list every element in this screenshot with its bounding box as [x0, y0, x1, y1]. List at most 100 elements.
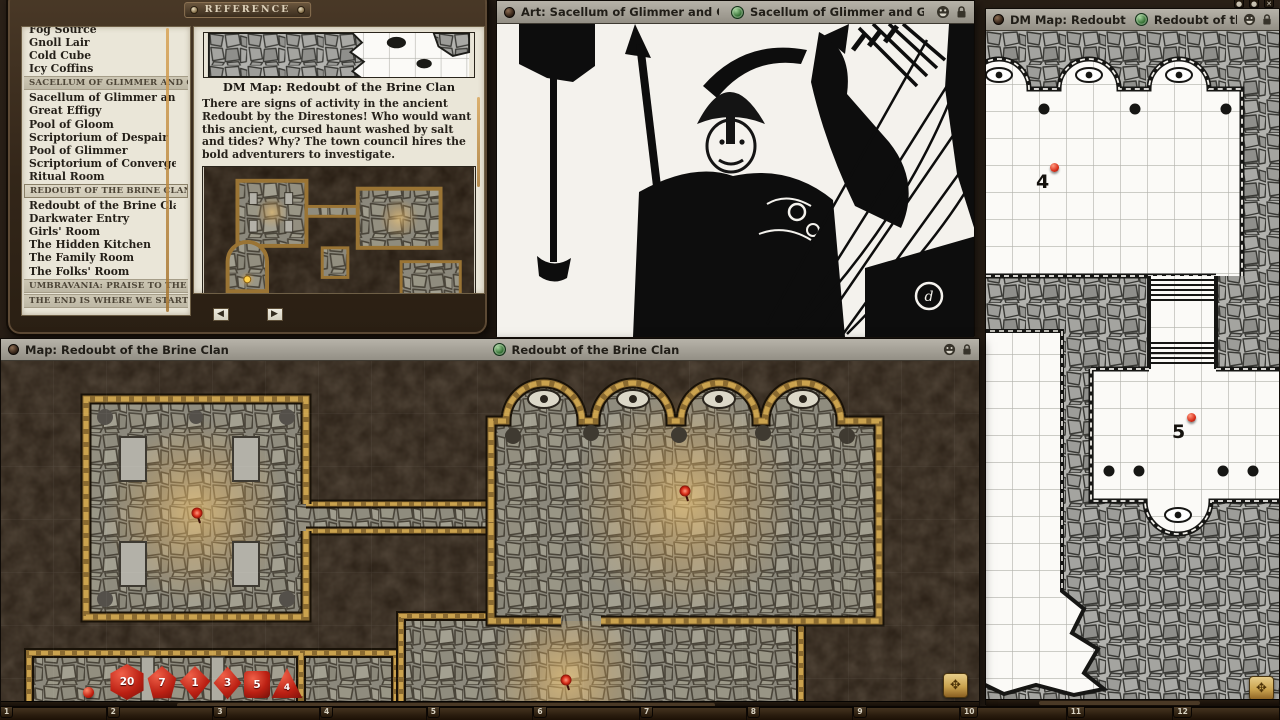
rivet-icon: [190, 6, 198, 14]
map-tools-icon[interactable]: ✥: [943, 673, 968, 698]
die-value: 5: [253, 679, 260, 691]
sidebar-item[interactable]: Redoubt of the Brine Clan: [29, 199, 176, 212]
die[interactable]: 1: [179, 666, 211, 700]
dice-tray: 20 7 1 3 5: [109, 664, 303, 700]
radial-menu-icon[interactable]: [993, 14, 1004, 25]
hotkey-slot-number: 10: [960, 707, 978, 718]
art-link-label: Sacellum of Glimmer and Gloom: [750, 5, 924, 19]
shortcut-link-icon[interactable]: [731, 6, 744, 19]
map-canvas[interactable]: 20 7 1 3 5: [1, 361, 979, 701]
sidebar-item[interactable]: The Folks' Room: [29, 265, 176, 278]
dm-map-canvas[interactable]: 4 5 ✥: [986, 31, 1279, 699]
sidebar-item[interactable]: Cold Cube: [29, 49, 176, 62]
share-players-icon[interactable]: [1243, 13, 1256, 26]
background-window-controls: ● ● ✕: [1234, 0, 1274, 8]
hotkey-slot[interactable]: 7: [640, 708, 747, 720]
room-4-label: 4: [1036, 171, 1049, 193]
die[interactable]: 4: [271, 666, 303, 700]
die[interactable]: 5: [244, 671, 270, 698]
die-value: 4: [284, 683, 290, 693]
die[interactable]: 7: [146, 666, 178, 700]
radial-menu-icon[interactable]: [504, 7, 515, 18]
hotkey-slot[interactable]: 8: [747, 708, 854, 720]
sidebar-item[interactable]: Pool of Gloom: [29, 118, 176, 131]
sidebar-item[interactable]: Pool of Glimmer: [29, 144, 176, 157]
art-window-title: Art: Sacellum of Glimmer and Gloom: [521, 5, 719, 19]
dm-map-link-label: Redoubt of the Bri: [1154, 13, 1237, 27]
window-control-icon[interactable]: ●: [1249, 0, 1259, 8]
shortcut-link-icon[interactable]: [1135, 13, 1148, 26]
lock-icon[interactable]: [956, 6, 967, 19]
hotkey-slot-number: 1: [0, 707, 13, 718]
sidebar-scrollbar[interactable]: [166, 28, 169, 312]
sidebar-item[interactable]: Darkwater Entry: [29, 212, 176, 225]
hotkey-slot[interactable]: 3: [213, 708, 320, 720]
sidebar-item[interactable]: Scriptorium of Convergence: [29, 157, 176, 170]
player-map-window[interactable]: Map: Redoubt of the Brine Clan Redoubt o…: [0, 338, 980, 706]
sidebar-item[interactable]: Sacellum of Glimmer and Glo: [29, 91, 176, 104]
sidebar-item[interactable]: Gnoll Lair: [29, 36, 176, 49]
shortcut-link-icon[interactable]: [493, 343, 506, 356]
hotkey-slot-number: 8: [747, 707, 760, 718]
lock-icon[interactable]: [962, 344, 972, 356]
die-value: 3: [224, 677, 231, 689]
sidebar-item[interactable]: Great Effigy: [29, 104, 176, 117]
hotkey-slot[interactable]: 1: [0, 708, 107, 720]
sidebar-item[interactable]: UMBRAVANIA: PRAISE TO THE FR: [24, 279, 188, 293]
page-scrollbar[interactable]: [477, 97, 480, 187]
lock-icon[interactable]: [1262, 14, 1272, 26]
map-tools-icon[interactable]: ✥: [1249, 676, 1274, 699]
sidebar-item[interactable]: Girls' Room: [29, 225, 176, 238]
map-titlebar[interactable]: Map: Redoubt of the Brine Clan Redoubt o…: [1, 339, 979, 361]
hotkey-slot[interactable]: 5: [427, 708, 534, 720]
red-token[interactable]: [83, 687, 94, 698]
die[interactable]: 3: [212, 666, 243, 700]
prev-page-button[interactable]: ◀: [213, 308, 229, 321]
next-page-button[interactable]: ▶: [267, 308, 283, 321]
dm-map-titlebar[interactable]: DM Map: Redoubt of the B Redoubt of the …: [986, 9, 1279, 31]
page-map-thumbnail-bw[interactable]: [203, 32, 475, 78]
die-value: 20: [120, 676, 135, 688]
art-canvas[interactable]: d: [497, 24, 974, 337]
reference-window[interactable]: REFERENCE Fog Source Gnoll Lair Cold Cub…: [6, 0, 489, 336]
hotkey-slot-number: 5: [427, 707, 440, 718]
map-link-label: Redoubt of the Brine Clan: [512, 343, 680, 357]
hotkey-slot[interactable]: 4: [320, 708, 427, 720]
share-players-icon[interactable]: [936, 5, 950, 19]
reference-page: DM Map: Redoubt of the Brine Clan There …: [193, 26, 485, 294]
radial-menu-icon[interactable]: [8, 344, 19, 355]
map-pin[interactable]: [1187, 413, 1196, 422]
sidebar-item[interactable]: Fog Source: [29, 26, 176, 36]
die[interactable]: 20: [109, 664, 145, 700]
sidebar-item[interactable]: The Family Room: [29, 251, 176, 264]
dm-map-window[interactable]: DM Map: Redoubt of the B Redoubt of the …: [985, 8, 1280, 705]
sidebar-item[interactable]: REDOUBT OF THE BRINE CLAN: [24, 184, 188, 198]
page-map-caption: DM Map: Redoubt of the Brine Clan: [194, 80, 484, 94]
hotkey-slot[interactable]: 10: [960, 708, 1067, 720]
reference-title-plate[interactable]: REFERENCE: [184, 2, 312, 18]
window-control-icon[interactable]: ●: [1234, 0, 1244, 8]
hotkey-slot-number: 12: [1173, 707, 1191, 718]
hotkey-slot[interactable]: 2: [107, 708, 214, 720]
hotkey-slot[interactable]: 11: [1067, 708, 1174, 720]
hotkey-slot[interactable]: 12: [1173, 708, 1280, 720]
hotkey-slot-number: 3: [213, 707, 226, 718]
hotkey-slot[interactable]: 6: [533, 708, 640, 720]
sidebar-item[interactable]: SACELLUM OF GLIMMER AND GL: [24, 76, 188, 90]
sidebar-item[interactable]: The Hidden Kitchen: [29, 238, 176, 251]
hotkey-slot-number: 7: [640, 707, 653, 718]
window-close-icon[interactable]: ✕: [1264, 0, 1274, 8]
page-map-thumbnail-color[interactable]: [202, 166, 476, 294]
reference-title: REFERENCE: [205, 4, 291, 15]
map-pin[interactable]: [1050, 163, 1059, 172]
hotkey-slot[interactable]: 9: [853, 708, 960, 720]
sidebar-item[interactable]: THE END IS WHERE WE START FR: [24, 294, 188, 308]
art-window[interactable]: Art: Sacellum of Glimmer and Gloom Sacel…: [496, 0, 975, 336]
art-titlebar[interactable]: Art: Sacellum of Glimmer and Gloom Sacel…: [497, 1, 974, 24]
sidebar-item[interactable]: Scriptorium of Despair: [29, 131, 176, 144]
die-value: 1: [191, 677, 198, 689]
sidebar-item[interactable]: Ritual Room: [29, 170, 176, 183]
dm-map-hscrollbar[interactable]: [986, 699, 1279, 706]
sidebar-item[interactable]: Icy Coffins: [29, 62, 176, 75]
share-players-icon[interactable]: [943, 343, 956, 356]
